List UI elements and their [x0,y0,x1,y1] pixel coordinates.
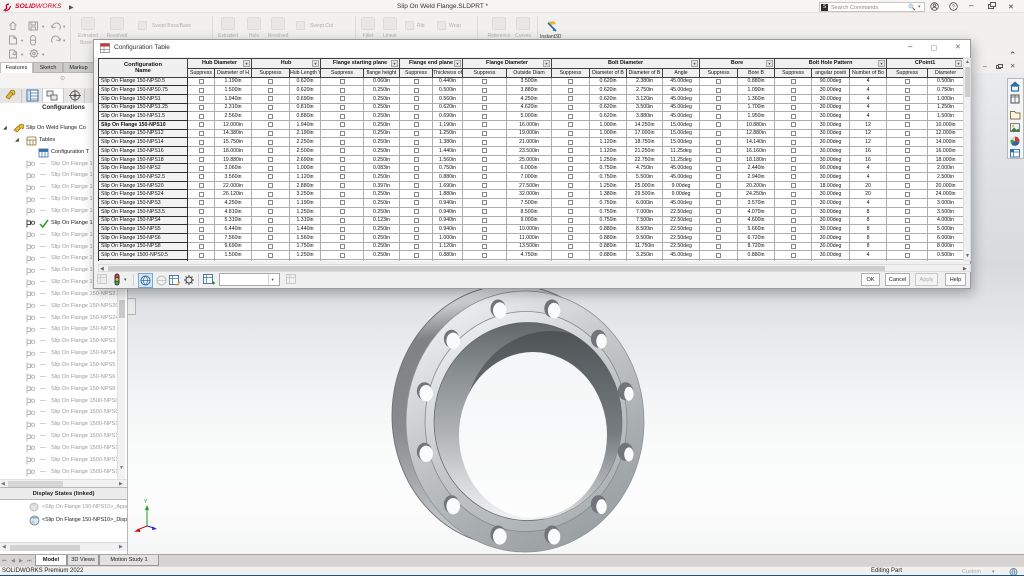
svg-text:?: ? [952,4,955,10]
svg-text:Y: Y [144,499,148,505]
